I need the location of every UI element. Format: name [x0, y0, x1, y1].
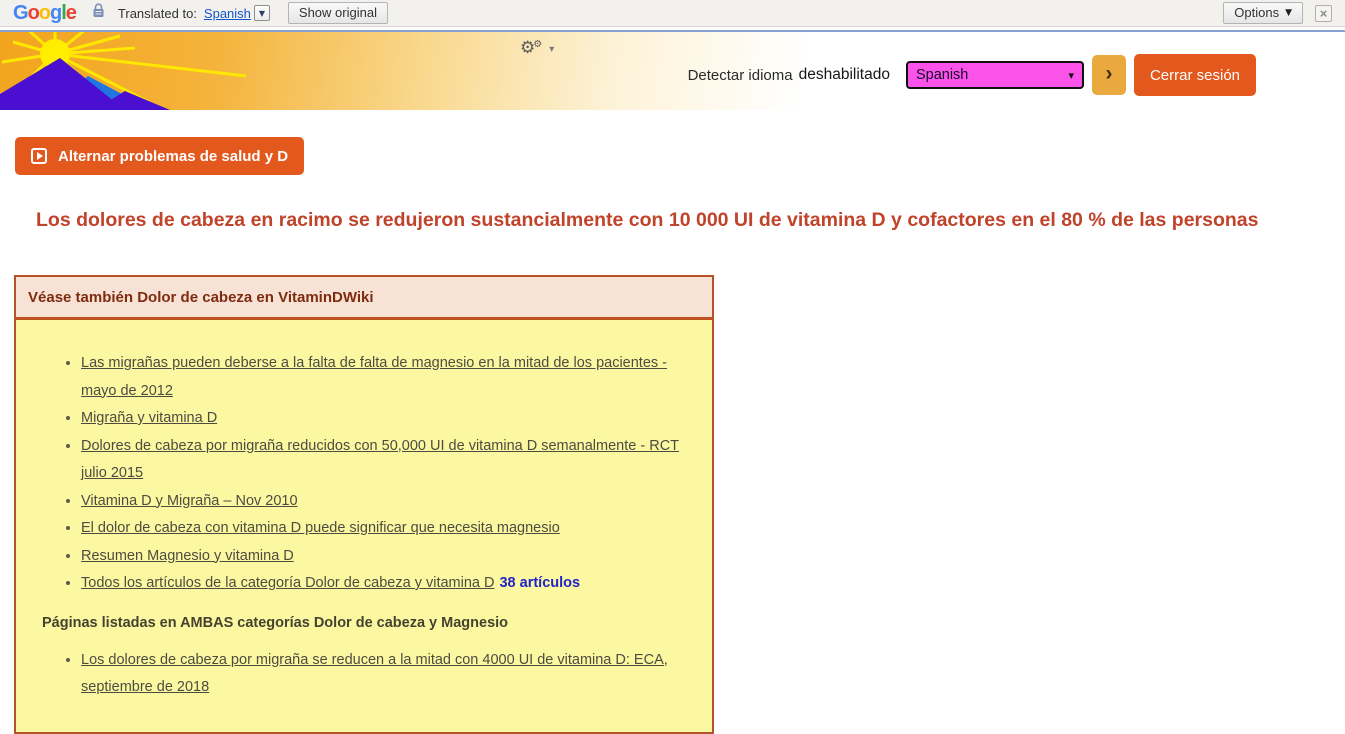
- google-logo-letter: G: [13, 2, 28, 24]
- translated-to-label: Translated to:: [118, 6, 197, 21]
- see-also-box: Véase también Dolor de cabeza en Vitamin…: [14, 275, 714, 734]
- google-logo-letter: e: [66, 2, 76, 24]
- google-translate-bar: Google Translated to: Spanish ▼ Show ori…: [0, 0, 1345, 27]
- translate-go-button[interactable]: ›: [1092, 55, 1126, 95]
- google-logo: Google: [13, 3, 76, 23]
- toggle-health-problems-label: Alternar problemas de salud y D: [58, 148, 288, 165]
- see-also-link-list: Las migrañas pueden deberse a la falta d…: [16, 350, 694, 598]
- see-also-link[interactable]: Las migrañas pueden deberse a la falta d…: [81, 355, 667, 399]
- gear-icon: ⚙: [533, 40, 542, 50]
- list-item: Dolores de cabeza por migraña reducidos …: [81, 433, 694, 488]
- see-also-box-body: Las migrañas pueden deberse a la falta d…: [16, 320, 712, 732]
- list-item: Las migrañas pueden deberse a la falta d…: [81, 350, 694, 405]
- see-also-link[interactable]: Dolores de cabeza por migraña reducidos …: [81, 438, 679, 482]
- see-also-link[interactable]: Los dolores de cabeza por migraña se red…: [81, 652, 668, 696]
- category-link[interactable]: Todos los artículos de la categoría Dolo…: [81, 575, 494, 591]
- google-logo-letter: o: [28, 2, 39, 24]
- article-count-badge: 38 artículos: [499, 575, 580, 591]
- google-logo-letter: o: [39, 2, 50, 24]
- list-item: Resumen Magnesio y vitamina D: [81, 543, 694, 571]
- detect-language-label: Detectar idioma: [688, 67, 793, 84]
- translate-controls: Detectar idioma deshabilitado Spanish ▾ …: [688, 54, 1256, 96]
- options-button[interactable]: Options ▼: [1223, 2, 1303, 24]
- settings-menu-button[interactable]: ⚙ ⚙ ▾: [520, 40, 554, 57]
- chevron-down-icon: ▼: [259, 9, 265, 18]
- list-item: Los dolores de cabeza por migraña se red…: [81, 647, 694, 702]
- page-title: Los dolores de cabeza en racimo se reduj…: [36, 207, 1314, 234]
- chevron-down-icon: ▾: [1068, 69, 1074, 82]
- close-translate-bar-button[interactable]: ×: [1315, 5, 1332, 22]
- show-original-button[interactable]: Show original: [288, 2, 388, 24]
- site-header-banner: ⚙ ⚙ ▾ Detectar idioma deshabilitado Span…: [0, 32, 1345, 110]
- arrow-right-icon: ›: [1105, 62, 1112, 86]
- lock-icon: [92, 3, 105, 23]
- see-also-link[interactable]: El dolor de cabeza con vitamina D puede …: [81, 520, 560, 536]
- list-item: El dolor de cabeza con vitamina D puede …: [81, 515, 694, 543]
- both-categories-heading: Páginas listadas en AMBAS categorías Dol…: [42, 615, 694, 631]
- see-also-link[interactable]: Migraña y vitamina D: [81, 410, 217, 426]
- toggle-health-problems-button[interactable]: Alternar problemas de salud y D: [15, 137, 304, 175]
- see-also-link[interactable]: Vitamina D y Migraña – Nov 2010: [81, 493, 298, 509]
- language-select-value: Spanish: [916, 67, 968, 83]
- translated-language-link[interactable]: Spanish: [204, 6, 251, 21]
- chevron-down-icon: ▾: [549, 44, 554, 55]
- sun-mountains-logo: [0, 32, 300, 110]
- play-icon: [31, 148, 47, 164]
- language-select[interactable]: Spanish ▾: [906, 61, 1084, 89]
- close-icon: ×: [1320, 7, 1328, 20]
- language-dropdown-button[interactable]: ▼: [254, 5, 270, 21]
- list-item: Todos los artículos de la categoría Dolo…: [81, 570, 694, 598]
- google-logo-letter: g: [50, 2, 61, 24]
- both-categories-link-list: Los dolores de cabeza por migraña se red…: [16, 647, 694, 702]
- list-item: Migraña y vitamina D: [81, 405, 694, 433]
- status-text: deshabilitado: [799, 66, 890, 84]
- logout-button[interactable]: Cerrar sesión: [1134, 54, 1256, 96]
- see-also-link[interactable]: Resumen Magnesio y vitamina D: [81, 548, 294, 564]
- see-also-box-header: Véase también Dolor de cabeza en Vitamin…: [16, 277, 712, 320]
- chevron-down-icon: ▼: [1285, 8, 1292, 18]
- list-item: Vitamina D y Migraña – Nov 2010: [81, 488, 694, 516]
- options-button-label: Options: [1234, 5, 1279, 20]
